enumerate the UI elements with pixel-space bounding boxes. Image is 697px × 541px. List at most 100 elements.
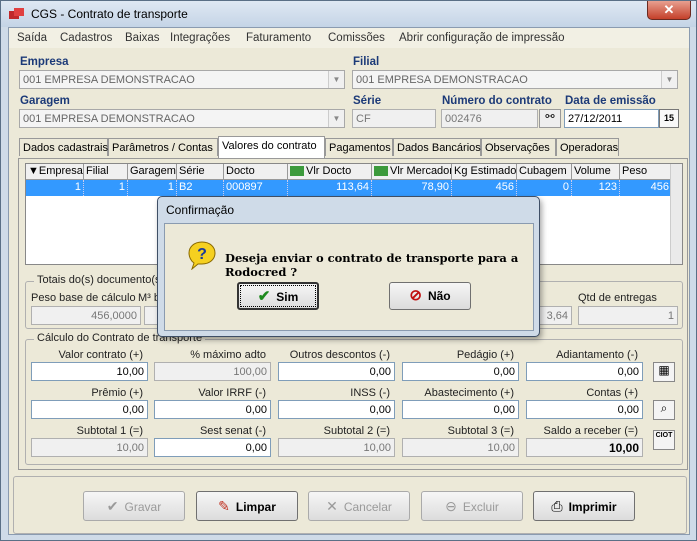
dialog-message: Deseja enviar o contrato de transporte p… [225, 251, 519, 279]
max-adto-field[interactable]: 100,00 [154, 362, 271, 381]
menu-cadastros[interactable]: Cadastros [60, 32, 112, 44]
yes-button[interactable]: ✔ Sim [237, 282, 319, 310]
col-kg-estimado[interactable]: Kg Estimado [452, 164, 517, 180]
cell-serie: B2 [177, 180, 224, 196]
excluir-button[interactable]: ⊖ Excluir [421, 491, 523, 521]
calendar-icon[interactable]: 15 [659, 109, 679, 128]
pedagio-field[interactable]: 0,00 [402, 362, 519, 381]
menu-faturamento[interactable]: Faturamento [246, 32, 311, 44]
menu-saida[interactable]: Saída [17, 32, 47, 44]
valor-contrato-label: Valor contrato (+) [58, 349, 143, 361]
tab-parametros-contas[interactable]: Parâmetros / Contas [108, 138, 218, 156]
cell-cubagem: 0 [517, 180, 572, 196]
inss-field[interactable]: 0,00 [278, 400, 395, 419]
empresa-select[interactable]: 001 EMPRESA DEMONSTRACAO ▼ [19, 70, 345, 89]
subtotal2-label: Subtotal 2 (=) [323, 425, 390, 437]
tab-dados-cadastrais[interactable]: Dados cadastrais [19, 138, 108, 156]
tab-valores-contrato[interactable]: Valores do contrato [218, 136, 325, 158]
inss-label: INSS (-) [350, 387, 390, 399]
col-volume[interactable]: Volume [572, 164, 620, 180]
subtotal1-field[interactable]: 10,00 [31, 438, 148, 457]
numero-contrato-field[interactable]: 002476 [441, 109, 538, 128]
col-empresa-label: Empresa [38, 165, 83, 177]
col-serie[interactable]: Série [177, 164, 224, 180]
premio-field[interactable]: 0,00 [31, 400, 148, 419]
confirm-dialog: Confirmação ? Deseja enviar o contrato d… [157, 196, 540, 337]
col-vlr-docto[interactable]: Vlr Docto [288, 164, 372, 180]
eraser-icon: ✎ [218, 498, 230, 514]
col-cubagem[interactable]: Cubagem [517, 164, 572, 180]
no-button[interactable]: ⊘ Não [389, 282, 471, 310]
peso-base-field[interactable]: 456,0000 [31, 306, 141, 325]
menu-comissoes[interactable]: Comissões [328, 32, 385, 44]
numero-contrato-label: Número do contrato [442, 95, 552, 107]
serie-field[interactable]: CF [352, 109, 436, 128]
saldo-receber-field[interactable]: 10,00 [526, 438, 643, 457]
table-row[interactable]: 1 1 1 B2 000897 113,64 78,90 456 0 123 4… [26, 180, 672, 196]
totais-extra-field[interactable]: 3,64 [538, 306, 572, 325]
outros-descontos-field[interactable]: 0,00 [278, 362, 395, 381]
valor-irrf-field[interactable]: 0,00 [154, 400, 271, 419]
menu-abrir-config[interactable]: Abrir configuração de impressão [399, 32, 565, 44]
cancelar-button[interactable]: ✕ Cancelar [308, 491, 410, 521]
checkmark-icon: ✔ [106, 498, 119, 514]
peso-base-label: Peso base de cálculo [31, 292, 136, 304]
adiantamento-label: Adiantamento (-) [556, 349, 638, 361]
menu-integracoes[interactable]: Integrações [170, 32, 230, 44]
subtotal2-field[interactable]: 10,00 [278, 438, 395, 457]
grid-scrollbar[interactable] [670, 164, 682, 264]
grid-header: ▼Empresa Filial Garagem Série Docto Vlr … [26, 164, 672, 180]
contas-field[interactable]: 0,00 [526, 400, 643, 419]
subtotal3-field[interactable]: 10,00 [402, 438, 519, 457]
col-peso[interactable]: Peso [620, 164, 672, 180]
cell-peso: 456 [620, 180, 672, 196]
action-bar: ✔ Gravar ✎ Limpar ✕ Cancelar ⊖ Excluir ⎙ Impr… [13, 476, 687, 534]
sest-senat-field[interactable]: 0,00 [154, 438, 271, 457]
cell-kg-estimado: 456 [452, 180, 517, 196]
col-filial[interactable]: Filial [84, 164, 128, 180]
qtd-entregas-field[interactable]: 1 [578, 306, 678, 325]
limpar-label: Limpar [235, 500, 276, 514]
adiantamento-field[interactable]: 0,00 [526, 362, 643, 381]
premio-label: Prêmio (+) [91, 387, 143, 399]
imprimir-label: Imprimir [568, 500, 617, 514]
cancel-icon: ✕ [326, 498, 338, 514]
yes-label: Sim [276, 290, 299, 304]
imprimir-button[interactable]: ⎙ Imprimir [533, 491, 635, 521]
sort-arrow-icon: ▼ [28, 165, 39, 177]
question-icon: ? [188, 241, 216, 270]
tab-operadoras[interactable]: Operadoras [556, 138, 619, 156]
tab-pagamentos[interactable]: Pagamentos [325, 138, 393, 156]
window-title: CGS - Contrato de transporte [31, 7, 188, 21]
saldo-receber-label: Saldo a receber (=) [543, 425, 638, 437]
tab-dados-bancarios[interactable]: Dados Bancários [393, 138, 481, 156]
data-emissao-field[interactable]: 27/12/2011 [564, 109, 659, 128]
outros-descontos-label: Outros descontos (-) [289, 349, 390, 361]
col-empresa[interactable]: ▼Empresa [26, 164, 84, 180]
dialog-title: Confirmação [166, 203, 235, 217]
garagem-label: Garagem [20, 95, 70, 107]
excluir-label: Excluir [462, 500, 499, 514]
binoculars-icon[interactable]: ⚯ [539, 109, 561, 128]
search-icon[interactable]: ⌕ [653, 400, 675, 420]
col-docto[interactable]: Docto [224, 164, 288, 180]
subtotal3-label: Subtotal 3 (=) [447, 425, 514, 437]
abastecimento-field[interactable]: 0,00 [402, 400, 519, 419]
limpar-button[interactable]: ✎ Limpar [196, 491, 298, 521]
money-icon [374, 166, 388, 177]
title-bar[interactable]: CGS - Contrato de transporte ✕ [1, 1, 696, 27]
menu-baixas[interactable]: Baixas [125, 32, 160, 44]
empresa-value: 001 EMPRESA DEMONSTRACAO [23, 74, 195, 86]
col-vlr-mercadoria[interactable]: Vlr Mercadoria [372, 164, 452, 180]
col-garagem[interactable]: Garagem [128, 164, 177, 180]
valor-contrato-field[interactable]: 10,00 [31, 362, 148, 381]
close-button[interactable]: ✕ [647, 1, 691, 20]
tab-observacoes[interactable]: Observações [481, 138, 556, 156]
calculo-group: Cálculo do Contrato de transporte Valor … [25, 332, 683, 465]
col-vlr-mercadoria-label: Vlr Mercadoria [390, 165, 451, 177]
calculator-icon[interactable]: ▦ [653, 362, 675, 382]
ciot-icon[interactable]: CIOT [653, 430, 675, 450]
gravar-button[interactable]: ✔ Gravar [83, 491, 185, 521]
filial-select[interactable]: 001 EMPRESA DEMONSTRACAO ▼ [352, 70, 678, 89]
garagem-select[interactable]: 001 EMPRESA DEMONSTRACAO ▼ [19, 109, 345, 128]
